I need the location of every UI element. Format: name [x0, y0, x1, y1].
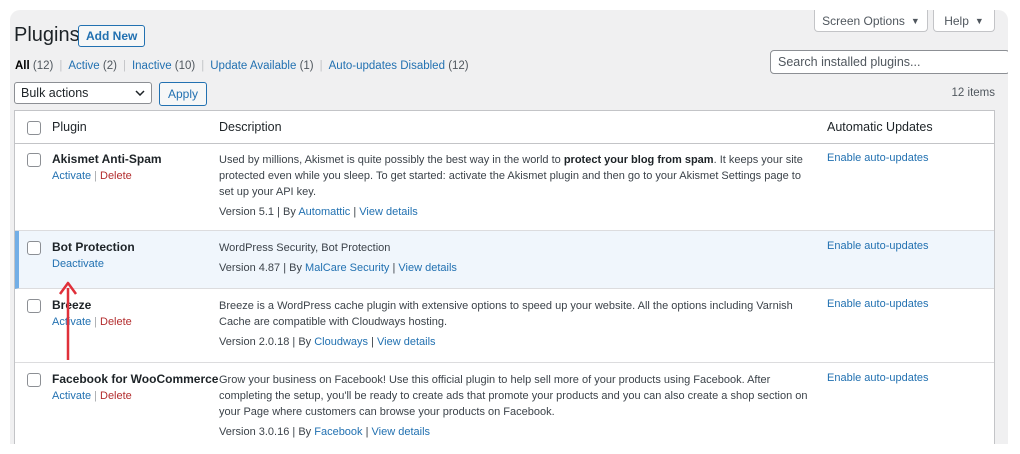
- version: Version 4.87: [219, 262, 281, 274]
- filter-separator: |: [319, 60, 323, 72]
- author-link[interactable]: Cloudways: [314, 336, 368, 348]
- plugin-description: Grow your business on Facebook! Use this…: [219, 372, 817, 420]
- column-description: Description: [219, 120, 282, 134]
- bulk-actions-value: Bulk actions: [21, 86, 89, 100]
- meta-separator: |: [371, 336, 374, 348]
- annotation-arrow-icon: [58, 281, 78, 360]
- row-actions: Deactivate: [52, 258, 104, 270]
- by-label: By: [289, 262, 302, 274]
- deactivate-link[interactable]: Deactivate: [52, 258, 104, 270]
- filter-separator: |: [122, 60, 126, 72]
- filter-separator: |: [201, 60, 205, 72]
- plugin-version-meta: Version 3.0.16 | By Facebook | View deta…: [219, 426, 430, 438]
- row-checkbox[interactable]: [27, 373, 41, 387]
- select-all-checkbox[interactable]: [27, 121, 41, 135]
- row-actions: Activate | Delete: [52, 170, 132, 182]
- description-text: Grow your business on Facebook! Use this…: [219, 374, 808, 418]
- activate-link[interactable]: Activate: [52, 170, 91, 182]
- author-link[interactable]: Facebook: [314, 426, 362, 438]
- plugin-description: Breeze is a WordPress cache plugin with …: [219, 298, 817, 330]
- plugin-version-meta: Version 2.0.18 | By Cloudways | View det…: [219, 336, 436, 348]
- wp-admin-content: Screen Options ▼ Help ▼ Plugins Add New …: [10, 10, 1008, 444]
- meta-separator: |: [292, 336, 296, 348]
- view-details-link[interactable]: View details: [359, 206, 418, 218]
- author-link[interactable]: MalCare Security: [305, 262, 389, 274]
- search-plugins-input[interactable]: [770, 50, 1008, 74]
- filter-update-available[interactable]: Update Available (1): [210, 60, 313, 72]
- view-details-link[interactable]: View details: [372, 426, 431, 438]
- meta-separator: |: [392, 262, 396, 274]
- add-new-button[interactable]: Add New: [78, 25, 146, 47]
- plugins-table: Plugin Description Automatic Updates Aki…: [14, 110, 995, 444]
- table-row: Akismet Anti-Spam Activate | Delete Used b…: [15, 143, 994, 231]
- help-label: Help: [944, 13, 969, 28]
- view-details-link[interactable]: View details: [377, 336, 436, 348]
- meta-separator: |: [283, 262, 287, 274]
- table-header: Plugin Description Automatic Updates: [15, 111, 994, 144]
- table-row-active: Bot Protection Deactivate WordPress Secu…: [15, 231, 994, 289]
- delete-link[interactable]: Delete: [100, 390, 132, 402]
- enable-auto-updates-link[interactable]: Enable auto-updates: [827, 240, 929, 252]
- version: Version 5.1: [219, 206, 275, 218]
- description-text: Breeze is a WordPress cache plugin with …: [219, 300, 793, 328]
- meta-separator: |: [353, 206, 357, 218]
- by-label: By: [298, 426, 312, 438]
- enable-auto-updates-link[interactable]: Enable auto-updates: [827, 298, 929, 310]
- page-title: Plugins: [14, 24, 80, 46]
- action-separator: |: [94, 390, 97, 402]
- delete-link[interactable]: Delete: [100, 170, 132, 182]
- view-details-link[interactable]: View details: [398, 262, 457, 274]
- filter-all[interactable]: All (12): [15, 60, 53, 72]
- column-plugin[interactable]: Plugin: [52, 120, 87, 134]
- action-separator: |: [94, 316, 97, 328]
- plugin-version-meta: Version 5.1 | By Automattic | View detai…: [219, 206, 418, 218]
- apply-button[interactable]: Apply: [159, 82, 208, 106]
- by-label: By: [283, 206, 296, 218]
- caret-down-icon: ▼: [974, 15, 984, 26]
- meta-separator: |: [365, 426, 369, 438]
- plugin-version-meta: Version 4.87 | By MalCare Security | Vie…: [219, 262, 457, 274]
- row-checkbox[interactable]: [27, 299, 41, 313]
- filter-active[interactable]: Active (2): [68, 60, 117, 72]
- help-button[interactable]: Help ▼: [933, 10, 995, 32]
- enable-auto-updates-link[interactable]: Enable auto-updates: [827, 372, 929, 384]
- row-checkbox[interactable]: [27, 153, 41, 167]
- description-text: WordPress Security, Bot Protection: [219, 242, 391, 254]
- description-text: Used by millions, Akismet is quite possi…: [219, 154, 564, 166]
- meta-separator: |: [292, 426, 296, 438]
- action-separator: |: [94, 170, 97, 182]
- plugin-name: Facebook for WooCommerce: [52, 372, 219, 386]
- row-actions: Activate | Delete: [52, 390, 132, 402]
- row-checkbox[interactable]: [27, 241, 41, 255]
- column-automatic-updates: Automatic Updates: [827, 120, 933, 134]
- filter-auto-updates-disabled[interactable]: Auto-updates Disabled (12): [329, 60, 469, 72]
- plugin-name: Bot Protection: [52, 240, 135, 254]
- enable-auto-updates-link[interactable]: Enable auto-updates: [827, 152, 929, 164]
- screen-options-label: Screen Options: [822, 13, 905, 28]
- plugin-name: Akismet Anti-Spam: [52, 152, 162, 166]
- caret-down-icon: ▼: [910, 15, 920, 26]
- plugin-filter-links: All (12) | Active (2) | Inactive (10) | …: [15, 60, 469, 72]
- delete-link[interactable]: Delete: [100, 316, 132, 328]
- filter-separator: |: [59, 60, 63, 72]
- version: Version 3.0.16: [219, 426, 290, 438]
- description-bold: protect your blog from spam: [563, 154, 714, 166]
- bulk-actions-select[interactable]: Bulk actions: [14, 82, 152, 104]
- table-row: Breeze Activate | Delete Breeze is a WordP…: [15, 289, 994, 363]
- table-row: Facebook for WooCommerce Activate | Delete…: [15, 363, 994, 444]
- screen-options-button[interactable]: Screen Options ▼: [814, 10, 928, 32]
- author-link[interactable]: Automattic: [298, 206, 350, 218]
- version: Version 2.0.18: [219, 336, 290, 348]
- plugin-description: Used by millions, Akismet is quite possi…: [219, 152, 817, 200]
- activate-link[interactable]: Activate: [52, 390, 91, 402]
- items-count: 12 items: [951, 87, 995, 99]
- filter-inactive[interactable]: Inactive (10): [132, 60, 195, 72]
- by-label: By: [298, 336, 312, 348]
- chevron-down-icon: [135, 90, 145, 96]
- plugin-description: WordPress Security, Bot Protection: [219, 240, 817, 256]
- meta-separator: |: [277, 206, 280, 218]
